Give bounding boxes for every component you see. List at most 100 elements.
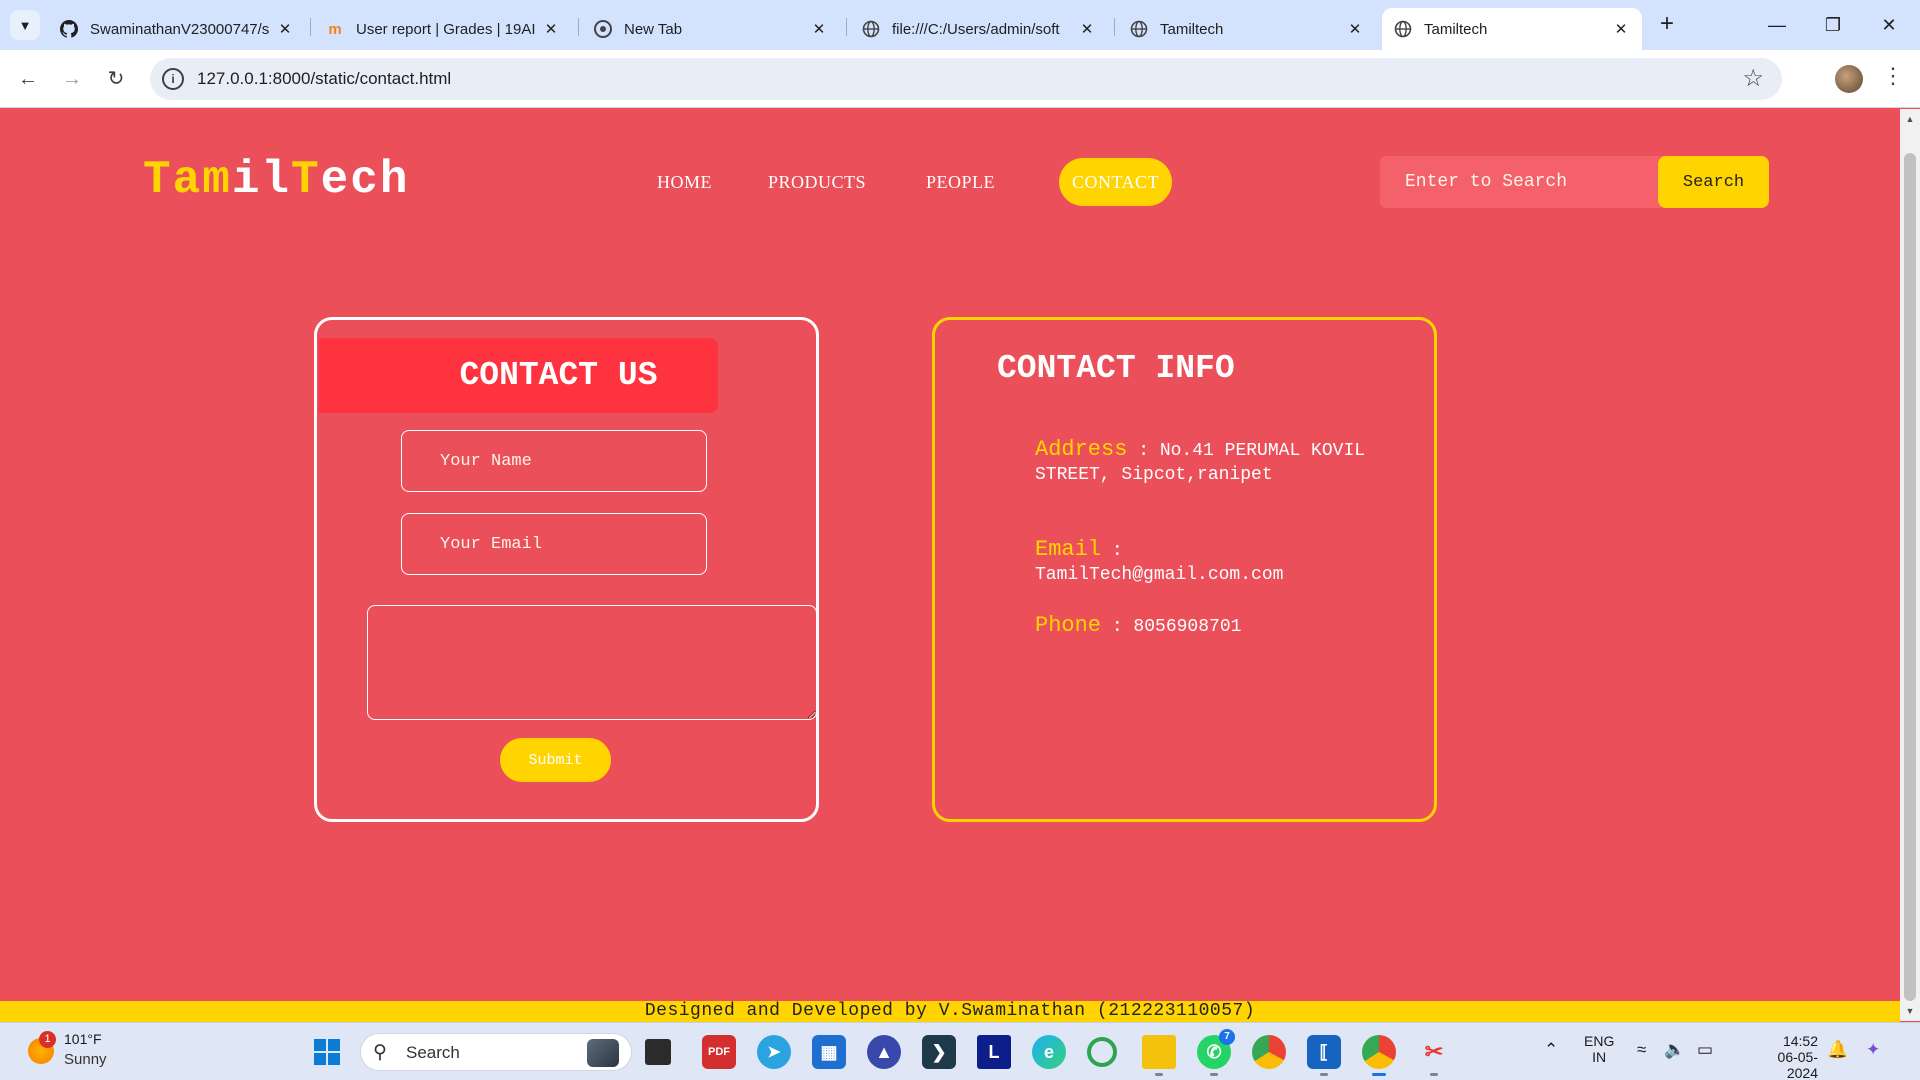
page-viewport: TamilTech HOME PRODUCTS PEOPLE CONTACT S… — [0, 109, 1900, 1021]
site-info-icon[interactable]: i — [162, 68, 184, 90]
back-arrow-icon[interactable]: ← — [12, 63, 44, 95]
email-field[interactable] — [401, 513, 707, 575]
weather-condition[interactable]: Sunny — [64, 1051, 107, 1068]
reload-icon[interactable]: ↻ — [100, 63, 132, 95]
contact-info-card: CONTACT INFO Address : No.41 PERUMAL KOV… — [932, 317, 1437, 822]
github-icon — [60, 20, 78, 38]
weather-temp[interactable]: 101°F — [64, 1031, 102, 1047]
close-icon[interactable]: ✕ — [542, 20, 560, 38]
scroll-down-arrow-icon[interactable]: ▼ — [1900, 1003, 1920, 1019]
tab-title: User report | Grades | 19AI — [356, 20, 536, 38]
telegram-icon[interactable]: ➤ — [757, 1035, 791, 1069]
minimize-icon[interactable]: — — [1752, 8, 1802, 42]
tab-tamiltech-active[interactable]: Tamiltech ✕ — [1382, 8, 1642, 50]
email-label: Email — [1035, 537, 1102, 562]
new-tab-button[interactable]: + — [1652, 10, 1682, 40]
globe-icon — [1130, 20, 1148, 38]
nav-contact[interactable]: CONTACT — [1059, 158, 1173, 206]
name-field[interactable] — [401, 430, 707, 492]
volume-icon[interactable]: 🔈 — [1664, 1040, 1685, 1060]
tab-strip: ▼ SwaminathanV23000747/s ✕ m User report… — [0, 0, 1920, 50]
phone-label: Phone — [1035, 613, 1102, 638]
nav-home[interactable]: HOME — [657, 158, 712, 206]
page-scrollbar[interactable]: ▲ ▼ — [1900, 109, 1920, 1021]
logo-part-white: il — [231, 154, 292, 206]
contact-us-title: CONTACT US — [459, 357, 658, 394]
close-icon[interactable]: ✕ — [276, 20, 294, 38]
tab-title: New Tab — [624, 20, 683, 38]
window-close-icon[interactable]: ✕ — [1864, 8, 1914, 42]
wifi-icon[interactable]: ≈ — [1637, 1040, 1646, 1060]
tab-divider — [310, 18, 311, 36]
l-app-icon[interactable]: L — [977, 1035, 1011, 1069]
scroll-thumb[interactable] — [1904, 153, 1916, 1001]
site-logo[interactable]: TamilTech — [143, 154, 409, 206]
message-textarea[interactable] — [367, 605, 817, 720]
pdf-app-icon[interactable]: PDF — [702, 1035, 736, 1069]
chrome-profile-icon[interactable] — [1362, 1035, 1396, 1069]
running-indicator — [1210, 1073, 1218, 1076]
store-icon[interactable]: ▦ — [812, 1035, 846, 1069]
contact-form-card: CONTACT US Submit — [314, 317, 819, 822]
taskbar-search-label: Search — [406, 1043, 460, 1062]
clock[interactable]: 14:52 06-05-2024 — [1752, 1033, 1818, 1080]
tab-new-tab[interactable]: New Tab ✕ — [582, 8, 840, 50]
running-indicator — [1320, 1073, 1328, 1076]
language-indicator[interactable]: ENG IN — [1584, 1033, 1614, 1065]
nav-people[interactable]: PEOPLE — [926, 158, 995, 206]
submit-button[interactable]: Submit — [500, 738, 611, 782]
file-explorer-icon[interactable] — [1142, 1035, 1176, 1069]
scroll-up-arrow-icon[interactable]: ▲ — [1900, 111, 1920, 127]
search-icon: ⚲ — [373, 1042, 387, 1063]
tab-file[interactable]: file:///C:/Users/admin/soft ✕ — [850, 8, 1108, 50]
search-input[interactable] — [1380, 156, 1660, 208]
logo-part-white: ech — [320, 154, 410, 206]
profile-avatar[interactable] — [1835, 65, 1863, 93]
phone-block: Phone : 8056908701 — [1035, 614, 1375, 639]
tab-divider — [1114, 18, 1115, 36]
forward-arrow-icon[interactable]: → — [56, 63, 88, 95]
clock-date: 06-05-2024 — [1777, 1049, 1818, 1080]
tab-title: Tamiltech — [1160, 20, 1224, 38]
tab-github[interactable]: SwaminathanV23000747/s ✕ — [48, 8, 306, 50]
chevron-up-icon[interactable]: ⌃ — [1544, 1040, 1558, 1060]
whatsapp-icon[interactable]: ✆ 7 — [1197, 1029, 1235, 1069]
close-icon[interactable]: ✕ — [810, 20, 828, 38]
nav-products[interactable]: PRODUCTS — [768, 158, 866, 206]
windows-start-icon[interactable] — [310, 1035, 344, 1069]
terminal-app-icon[interactable]: ❯ — [922, 1035, 956, 1069]
menu-kebab-icon[interactable]: ⋮ — [1882, 63, 1904, 89]
taskbar-search[interactable]: ⚲ Search — [360, 1033, 632, 1071]
tab-search-dropdown-icon[interactable]: ▼ — [10, 10, 40, 40]
phone-value: : 8056908701 — [1101, 617, 1242, 637]
tab-title: file:///C:/Users/admin/soft — [892, 20, 1060, 38]
notification-bell-icon[interactable]: 🔔 — [1827, 1040, 1848, 1060]
tab-tamiltech[interactable]: Tamiltech ✕ — [1118, 8, 1376, 50]
bookmark-star-icon[interactable]: ☆ — [1742, 64, 1764, 93]
close-icon[interactable]: ✕ — [1078, 20, 1096, 38]
contact-info-title: CONTACT INFO — [997, 350, 1235, 387]
chrome-icon — [594, 20, 612, 38]
email-block: Email : TamilTech@gmail.com.com — [1035, 538, 1375, 587]
language-line1: ENG — [1584, 1033, 1615, 1049]
tab-title: Tamiltech — [1424, 20, 1488, 38]
restore-icon[interactable]: ❐ — [1808, 8, 1858, 42]
url-text[interactable]: 127.0.0.1:8000/static/contact.html — [197, 69, 451, 89]
loading-app-icon[interactable] — [1087, 1037, 1117, 1067]
vscode-icon[interactable]: ⟦ — [1307, 1035, 1341, 1069]
task-view-icon[interactable] — [645, 1039, 671, 1065]
browser-toolbar: ← → ↻ i 127.0.0.1:8000/static/contact.ht… — [0, 50, 1920, 108]
weather-badge: 1 — [39, 1031, 56, 1048]
close-icon[interactable]: ✕ — [1346, 20, 1364, 38]
battery-icon[interactable]: ▭ — [1697, 1040, 1713, 1060]
chrome-icon[interactable] — [1252, 1035, 1286, 1069]
tab-moodle[interactable]: m User report | Grades | 19AI ✕ — [314, 8, 572, 50]
globe-icon — [1394, 20, 1412, 38]
triangle-app-icon[interactable]: ▲ — [867, 1035, 901, 1069]
snipping-tool-icon[interactable]: ✂ — [1417, 1035, 1451, 1069]
close-icon[interactable]: ✕ — [1612, 20, 1630, 38]
address-bar[interactable]: i 127.0.0.1:8000/static/contact.html ☆ — [150, 58, 1782, 100]
copilot-icon[interactable]: ✦ — [1866, 1040, 1880, 1060]
edge-icon[interactable]: e — [1032, 1035, 1066, 1069]
search-button[interactable]: Search — [1658, 156, 1769, 208]
